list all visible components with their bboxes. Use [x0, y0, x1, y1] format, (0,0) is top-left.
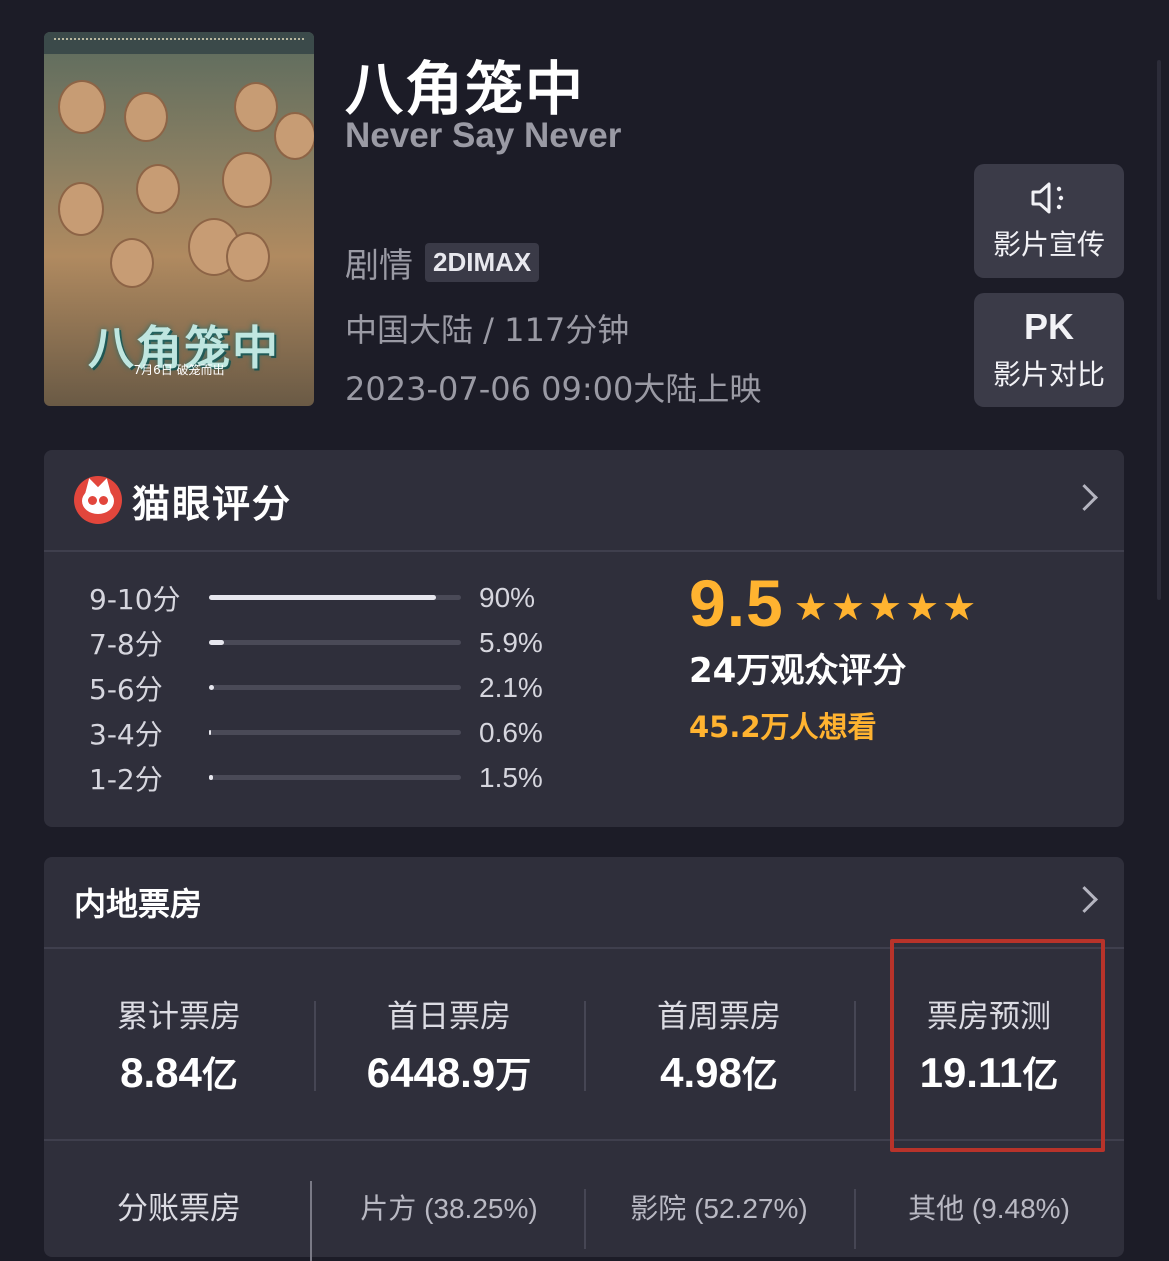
- format-badge: 2DIMAX: [425, 243, 540, 282]
- speaker-icon: [1031, 182, 1064, 214]
- distribution-bar: [209, 595, 461, 600]
- stat-label: 首周票房: [657, 998, 781, 1035]
- distribution-label: 7-8分: [89, 627, 163, 661]
- distribution-row: 1-2分 1.5%: [89, 755, 543, 800]
- box-office-title: 内地票房: [74, 885, 203, 923]
- distribution-row: 9-10分 90%: [89, 575, 543, 620]
- star-icon: ★: [830, 585, 865, 629]
- stat-total[interactable]: 累计票房 8.84亿: [44, 949, 314, 1139]
- star-icon: ★: [867, 585, 902, 629]
- promo-button[interactable]: 影片宣传: [974, 164, 1124, 278]
- release-date: 2023-07-06 09:00大陆上映: [345, 370, 762, 408]
- chevron-right-icon[interactable]: [1071, 484, 1098, 511]
- distribution-bar: [209, 775, 461, 780]
- box-office-stats: 累计票房 8.84亿 首日票房 6448.9万 首周票房 4.98亿 票房预测 …: [44, 939, 1124, 1152]
- pk-icon: PK: [1023, 306, 1074, 347]
- stat-label: 票房预测: [927, 998, 1051, 1035]
- stat-value: 8.84亿: [120, 1048, 238, 1096]
- distribution-percent: 1.5%: [479, 761, 543, 793]
- promo-label: 影片宣传: [992, 228, 1105, 261]
- distribution-row: 3-4分 0.6%: [89, 710, 543, 755]
- box-office-card: 内地票房 累计票房 8.84亿 首日票房 6448.9万 首周票房 4.98亿 …: [44, 857, 1124, 1261]
- distribution-percent: 0.6%: [479, 716, 543, 748]
- split-title: 分账票房: [44, 1141, 314, 1261]
- split-item-other: 其他 (9.48%): [854, 1141, 1124, 1261]
- stat-value: 4.98亿: [660, 1048, 778, 1096]
- distribution-row: 7-8分 5.9%: [89, 620, 543, 665]
- rating-distribution: 9-10分 90% 7-8分 5.9% 5-6分 2.1% 3-4分 0.6% …: [89, 575, 543, 800]
- distribution-percent: 90%: [479, 581, 536, 613]
- scrollbar[interactable]: [1157, 60, 1161, 600]
- score-block: 9.5 ★ ★ ★ ★ ★ 24万观众评分 45.2万人想看: [689, 565, 976, 746]
- stat-value: 6448.9万: [366, 1048, 532, 1096]
- pk-compare-button[interactable]: PK 影片对比: [974, 293, 1124, 407]
- box-office-header[interactable]: 内地票房: [44, 857, 1124, 949]
- distribution-label: 9-10分: [89, 582, 181, 616]
- stat-label: 首日票房: [387, 998, 511, 1035]
- star-icon: ★: [942, 585, 977, 629]
- want-to-see-count: 45.2万人想看: [689, 710, 877, 744]
- maoyan-cat-icon: [74, 476, 122, 524]
- distribution-percent: 2.1%: [479, 671, 543, 703]
- region-duration: 中国大陆 / 117分钟: [345, 311, 630, 349]
- genre: 剧情: [345, 246, 413, 286]
- split-item-cinema: 影院 (52.27%): [584, 1141, 854, 1261]
- split-box-office-row: 分账票房 片方 (38.25%) 影院 (52.27%) 其他 (9.48%): [44, 1141, 1124, 1261]
- distribution-bar: [209, 640, 461, 645]
- audience-count: 24万观众评分: [689, 651, 907, 691]
- rating-score: 9.5: [689, 566, 784, 640]
- pk-label: 影片对比: [992, 358, 1105, 391]
- distribution-label: 1-2分: [89, 762, 163, 796]
- stat-forecast[interactable]: 票房预测 19.11亿: [854, 949, 1124, 1139]
- stat-first-week[interactable]: 首周票房 4.98亿: [584, 949, 854, 1139]
- star-icon: ★: [793, 585, 828, 629]
- rating-card: 猫眼评分 9-10分 90% 7-8分 5.9% 5-6分 2.1% 3-4分 …: [44, 450, 1124, 827]
- distribution-bar: [209, 730, 461, 735]
- movie-poster[interactable]: 八角笼中 7月6日 破笼而出: [44, 32, 314, 406]
- distribution-label: 5-6分: [89, 672, 163, 706]
- poster-date: 7月6日 破笼而出: [133, 363, 225, 377]
- rating-title: 猫眼评分: [132, 481, 293, 526]
- stat-first-day[interactable]: 首日票房 6448.9万: [314, 949, 584, 1139]
- distribution-bar: [209, 685, 461, 690]
- rating-card-header[interactable]: 猫眼评分: [44, 450, 1124, 552]
- poster-cast-strip: [44, 32, 314, 54]
- stat-value: 19.11亿: [919, 1048, 1059, 1096]
- movie-english-title: Never Say Never: [345, 116, 622, 155]
- star-icon: ★: [904, 585, 940, 629]
- distribution-label: 3-4分: [89, 717, 163, 751]
- star-rating: ★ ★ ★ ★ ★: [794, 588, 976, 626]
- split-item-producer: 片方 (38.25%): [360, 1193, 538, 1224]
- distribution-row: 5-6分 2.1%: [89, 665, 543, 710]
- movie-title: 八角笼中: [345, 55, 586, 123]
- distribution-percent: 5.9%: [479, 626, 543, 658]
- stat-label: 累计票房: [117, 998, 241, 1035]
- genre-row: 剧情 2DIMAX: [345, 238, 540, 287]
- chevron-right-icon[interactable]: [1071, 886, 1098, 913]
